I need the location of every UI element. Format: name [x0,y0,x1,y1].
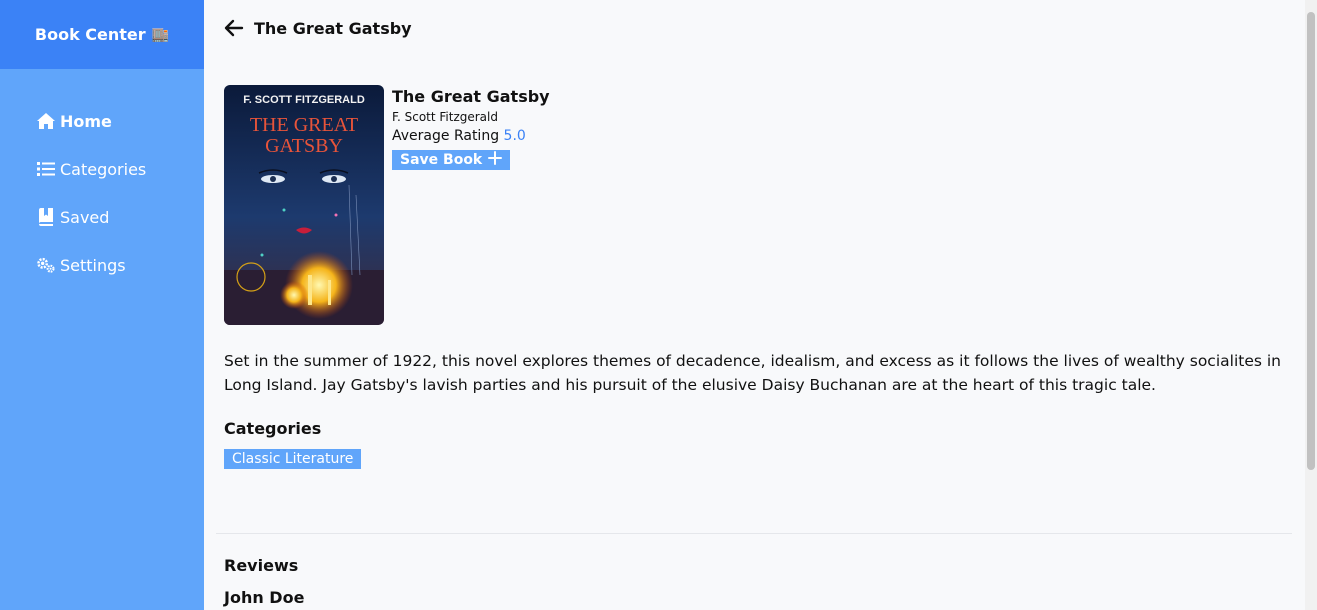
sidebar-item-home[interactable]: Home [0,97,204,145]
book-author: F. Scott Fitzgerald [392,110,498,124]
sidebar-item-label: Settings [60,255,126,275]
back-arrow-icon[interactable] [224,18,244,38]
sidebar-item-label: Categories [60,159,147,179]
categories-heading: Categories [224,419,322,438]
brand-name: Book Center [34,25,146,44]
scrollbar-thumb[interactable] [1307,12,1315,470]
divider [216,533,1292,534]
sidebar-nav: Home Categories Saved Settings [0,69,204,289]
cover-title-line1: THE GREAT [250,114,358,136]
sidebar-item-saved[interactable]: Saved [0,193,204,241]
review-author: John Doe [224,588,305,607]
home-icon [36,111,56,131]
rating-value: 5.0 [503,128,526,144]
book-cover: F. SCOTT FITZGERALD THE GREAT GATSBY [224,85,384,325]
sidebar-item-label: Saved [60,207,110,227]
save-book-label: Save Book [400,152,483,168]
save-book-button[interactable]: Save Book [392,150,511,170]
sidebar-item-label: Home [60,111,112,131]
book-bookmark-icon [36,207,56,227]
plus-icon [488,151,503,169]
page-title: The Great Gatsby [254,18,412,38]
scrollbar[interactable] [1305,0,1317,610]
gears-icon [36,255,56,275]
list-icon [36,159,56,179]
cover-author: F. SCOTT FITZGERALD [243,94,365,106]
book-description: Set in the summer of 1922, this novel ex… [224,352,1281,394]
category-chip[interactable]: Classic Literature [224,449,362,469]
rating-label: Average Rating [392,128,500,144]
sidebar: Book Center 🏬 Home Categories Saved Sett… [0,0,204,610]
sidebar-item-settings[interactable]: Settings [0,241,204,289]
sidebar-item-categories[interactable]: Categories [0,145,204,193]
page-header: The Great Gatsby [224,18,412,38]
store-icon: 🏬 [151,26,170,43]
brand[interactable]: Book Center 🏬 [0,0,204,69]
main-content: The Great Gatsby F. SCOTT FITZGERALD THE… [204,0,1305,610]
average-rating: Average Rating 5.0 [392,128,550,144]
cover-title-line2: GATSBY [265,135,343,157]
book-info: The Great Gatsby F. Scott Fitzgerald Ave… [392,87,550,170]
book-title: The Great Gatsby [392,87,550,106]
reviews-heading: Reviews [224,556,299,575]
